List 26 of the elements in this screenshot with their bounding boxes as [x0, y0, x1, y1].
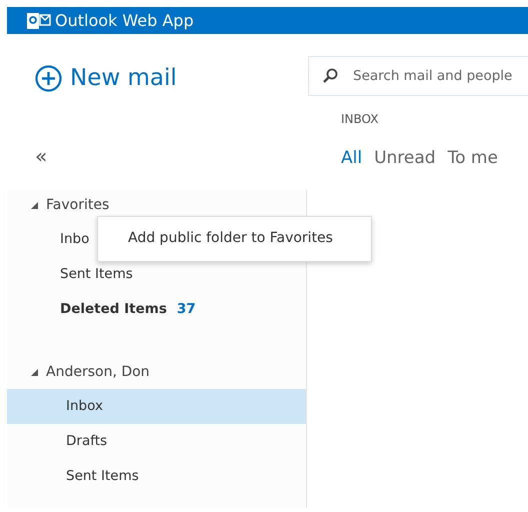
expanded-triangle-icon[interactable] — [31, 369, 38, 376]
plus-circle-icon — [35, 64, 62, 92]
expanded-triangle-icon[interactable] — [31, 202, 38, 209]
folder-heading: INBOX — [341, 111, 380, 128]
folder-name: Sent Items — [60, 264, 133, 284]
app-title: Outlook Web App — [55, 10, 194, 32]
menu-item[interactable]: Add public folder to Favorites — [98, 217, 333, 249]
search-icon — [322, 68, 338, 84]
folder-item[interactable]: Deleted Items 37 — [7, 292, 306, 326]
filter-tab[interactable]: All — [341, 146, 362, 172]
collapse-button[interactable]: « — [35, 146, 48, 166]
folder-group-label[interactable]: Anderson, Don — [46, 362, 150, 383]
folder-item[interactable]: Sent Items — [7, 458, 306, 494]
outlook-logo-icon — [27, 12, 51, 30]
folder-name: Deleted Items — [60, 300, 167, 319]
new-mail-button[interactable]: New mail — [35, 61, 177, 96]
folder-item[interactable]: Drafts — [7, 424, 306, 458]
folder-name: Sent Items — [66, 466, 139, 486]
folder-name: Inbox — [66, 396, 103, 416]
search-field[interactable]: Search mail and people — [308, 56, 528, 96]
filter-tab[interactable]: To me — [448, 146, 498, 172]
folder-name: Drafts — [66, 432, 108, 451]
unread-count: 37 — [176, 300, 196, 319]
folder-group-label[interactable]: Favorites — [46, 195, 110, 216]
folder-item[interactable]: Inbox — [7, 388, 306, 424]
filter-tab[interactable]: Unread — [374, 146, 436, 172]
